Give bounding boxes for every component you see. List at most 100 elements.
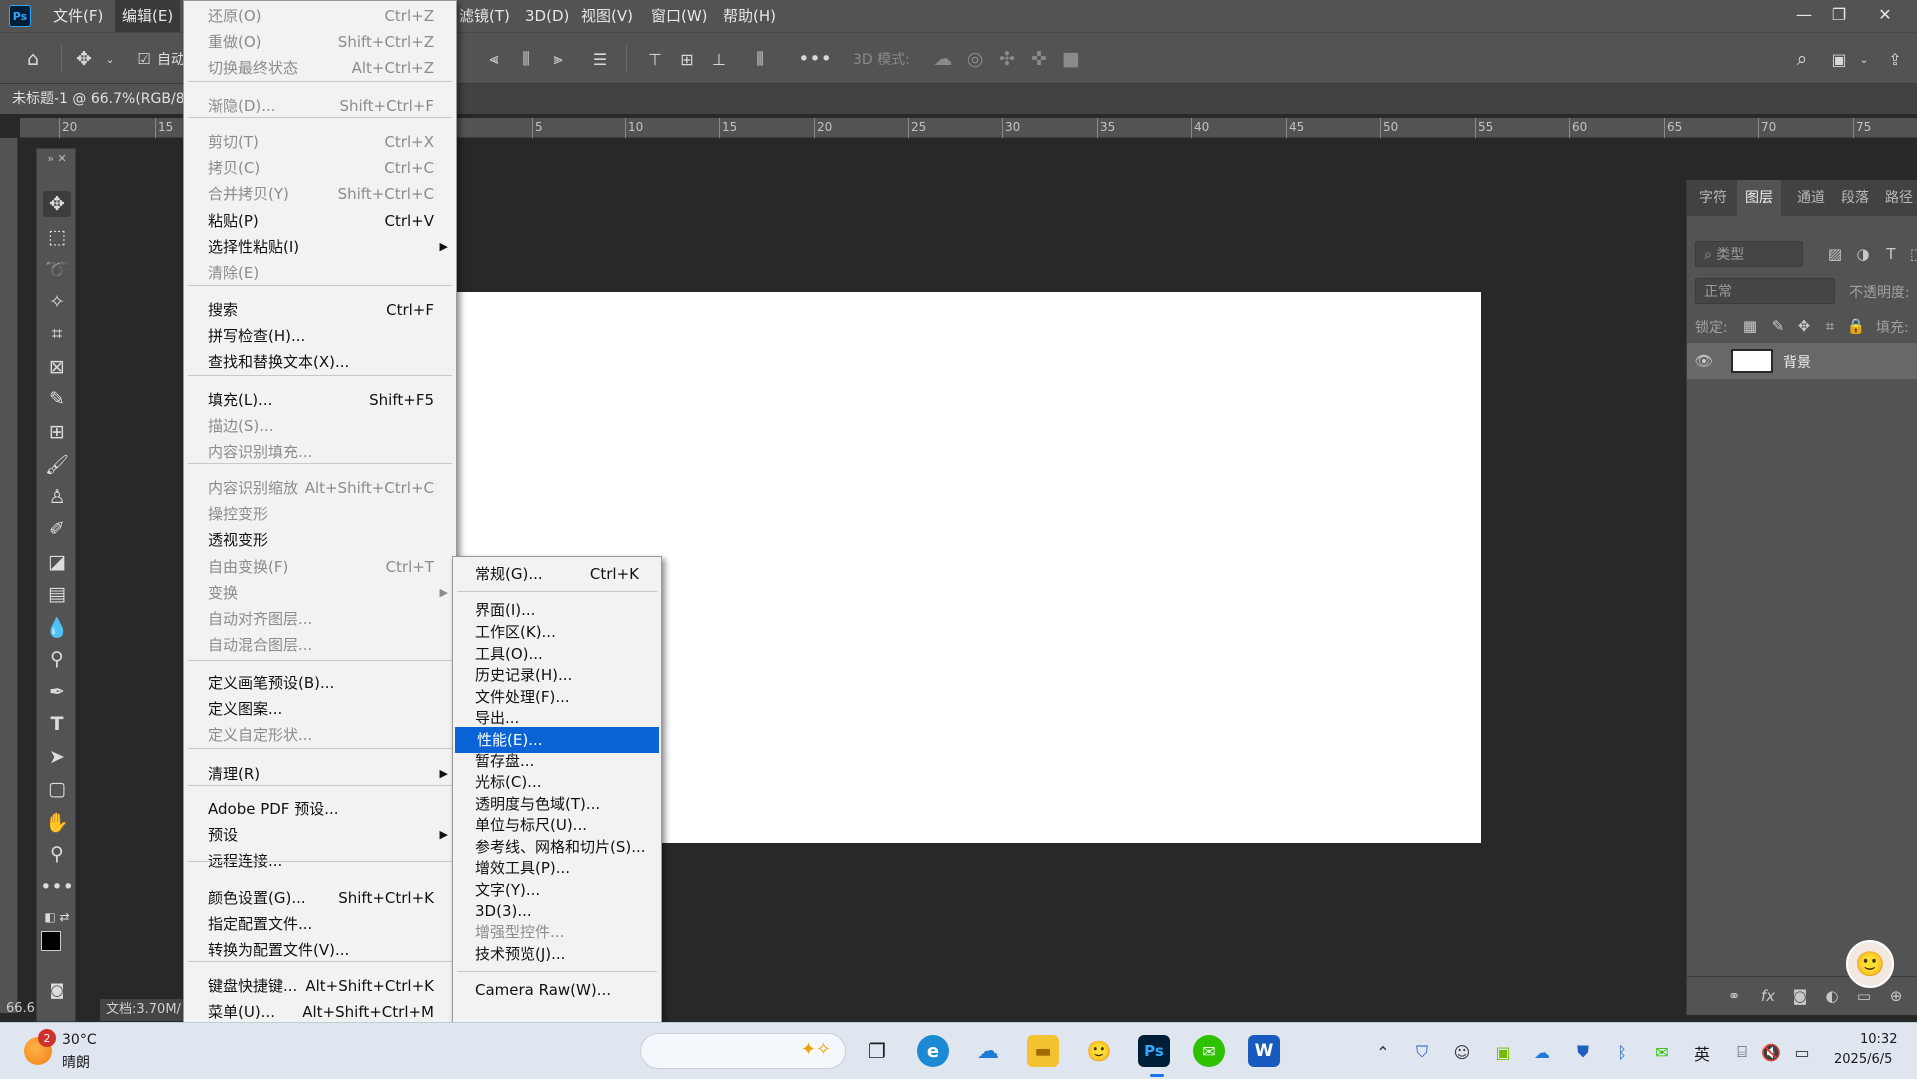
menu-item[interactable]: 自动混合图层...: [184, 632, 456, 658]
submenu-item[interactable]: 常规(G)... Ctrl+K: [453, 561, 661, 587]
menu-help[interactable]: 帮助(H): [716, 0, 783, 32]
healing-brush-tool-icon[interactable]: ⊞: [43, 419, 71, 445]
layer-filter-select[interactable]: ⌕ 类型: [1695, 241, 1803, 267]
lock-image-icon[interactable]: ✎: [1767, 315, 1789, 337]
menu-item[interactable]: Adobe PDF 预设...: [184, 796, 456, 822]
tray-chevron-up-icon[interactable]: ⌃: [1372, 1041, 1394, 1063]
menu-item[interactable]: 定义自定形状...: [184, 722, 456, 748]
type-filter-icon[interactable]: T: [1880, 243, 1902, 265]
lock-transparent-icon[interactable]: ▦: [1739, 315, 1761, 337]
move-tool-icon[interactable]: ✥: [43, 191, 71, 217]
lock-position-icon[interactable]: ✥: [1793, 315, 1815, 337]
menu-item[interactable]: 选择性粘贴(I) ▶: [184, 234, 456, 260]
new-group-icon[interactable]: ▭: [1853, 985, 1875, 1007]
submenu-item[interactable]: 技术预览(J)...: [453, 941, 661, 967]
menu-item[interactable]: 定义画笔预设(B)...: [184, 670, 456, 696]
menu-item[interactable]: 自由变换(F) Ctrl+T: [184, 554, 456, 580]
menu-item[interactable]: 粘贴(P) Ctrl+V: [184, 208, 456, 234]
3d-scale-icon[interactable]: ■: [1059, 47, 1083, 71]
menu-item[interactable]: 剪切(T) Ctrl+X: [184, 129, 456, 155]
menu-item[interactable]: 拼写检查(H)...: [184, 323, 456, 349]
tray-wechat-icon[interactable]: ✉: [1651, 1041, 1673, 1063]
move-tool-icon[interactable]: ✥: [72, 47, 96, 71]
menu-item[interactable]: 清除(E): [184, 260, 456, 286]
search-icon[interactable]: ⌕: [1790, 47, 1814, 71]
wechat-icon[interactable]: ✉: [1193, 1035, 1225, 1067]
link-layers-icon[interactable]: ⚭: [1723, 985, 1745, 1007]
lasso-tool-icon[interactable]: ➰: [43, 256, 71, 282]
marquee-tool-icon[interactable]: ⬚: [43, 224, 71, 250]
menu-item[interactable]: 指定配置文件...: [184, 911, 456, 937]
path-selection-tool-icon[interactable]: ➤: [43, 744, 71, 770]
security-shield-icon[interactable]: ⛉: [1411, 1041, 1433, 1063]
distribute-vertical-icon[interactable]: ⫼: [748, 47, 772, 71]
chevron-down-icon[interactable]: ⌄: [1852, 47, 1876, 71]
minimize-button[interactable]: —: [1785, 0, 1823, 28]
adjustment-filter-icon[interactable]: ◑: [1852, 243, 1874, 265]
submenu-item[interactable]: Camera Raw(W)...: [453, 977, 661, 1003]
chat-app-icon[interactable]: ☁: [972, 1035, 1004, 1067]
pixel-filter-icon[interactable]: ▨: [1824, 243, 1846, 265]
ime-indicator[interactable]: 英: [1694, 1041, 1710, 1065]
eraser-tool-icon[interactable]: ◪: [43, 549, 71, 575]
3d-pan-icon[interactable]: ✣: [995, 47, 1019, 71]
new-layer-icon[interactable]: ⊕: [1885, 985, 1907, 1007]
quick-mask-icon[interactable]: ◙: [43, 977, 71, 1003]
volume-muted-icon[interactable]: 🔇: [1760, 1041, 1782, 1063]
home-icon[interactable]: ⌂: [21, 47, 45, 71]
blend-mode-select[interactable]: 正常: [1695, 278, 1835, 304]
menu-item[interactable]: 搜索 Ctrl+F: [184, 297, 456, 323]
menu-view[interactable]: 视图(V): [574, 0, 640, 32]
tray-chat-icon[interactable]: ☁: [1531, 1041, 1553, 1063]
battery-icon[interactable]: ▭: [1791, 1041, 1813, 1063]
layer-name[interactable]: 背景: [1783, 352, 1811, 372]
menu-window[interactable]: 窗口(W): [644, 0, 715, 32]
tab-character[interactable]: 字符: [1691, 180, 1735, 216]
weather-temp[interactable]: 30°C: [62, 1032, 97, 1048]
align-middle-icon[interactable]: ⊞: [675, 47, 699, 71]
share-icon[interactable]: ⇪: [1883, 47, 1907, 71]
menu-item[interactable]: 查找和替换文本(X)...: [184, 349, 456, 375]
menu-filter[interactable]: 滤镜(T): [452, 0, 517, 32]
distribute-icon[interactable]: ☰: [588, 47, 612, 71]
menu-item[interactable]: 转换为配置文件(V)...: [184, 937, 456, 963]
add-mask-icon[interactable]: ◙: [1789, 985, 1811, 1007]
restore-button[interactable]: ❐: [1820, 0, 1858, 28]
auto-select-checkbox[interactable]: ☑: [132, 47, 156, 71]
tab-paragraph[interactable]: 段落: [1833, 180, 1877, 216]
menu-item[interactable]: 内容识别填充...: [184, 439, 456, 465]
taskbar-search[interactable]: ✦✧: [640, 1033, 846, 1069]
chevron-down-icon[interactable]: ⌄: [98, 47, 122, 71]
layer-row[interactable]: 👁 背景: [1687, 343, 1917, 379]
edge-icon[interactable]: e: [917, 1035, 949, 1067]
menu-item[interactable]: 定义图案...: [184, 696, 456, 722]
close-button[interactable]: ✕: [1866, 0, 1904, 28]
tab-paths[interactable]: 路径: [1877, 180, 1917, 216]
crop-tool-icon[interactable]: ⌗: [43, 321, 71, 347]
3d-roll-icon[interactable]: ◎: [963, 47, 987, 71]
menu-item[interactable]: 键盘快捷键... Alt+Shift+Ctrl+K: [184, 973, 456, 999]
menu-item[interactable]: 拷贝(C) Ctrl+C: [184, 155, 456, 181]
nvidia-icon[interactable]: ▣: [1492, 1041, 1514, 1063]
align-bottom-icon[interactable]: ⊥: [707, 47, 731, 71]
clock-time[interactable]: 10:32: [1860, 1032, 1897, 1047]
bluetooth-icon[interactable]: ᛒ: [1611, 1041, 1633, 1063]
lock-all-icon[interactable]: 🔒: [1845, 315, 1867, 337]
foreground-color-swatch[interactable]: [41, 931, 61, 951]
type-tool-icon[interactable]: T: [43, 711, 71, 737]
avatar-app-icon[interactable]: 🙂: [1083, 1035, 1115, 1067]
tab-layers[interactable]: 图层: [1737, 180, 1781, 216]
menu-item[interactable]: 描边(S)...: [184, 413, 456, 439]
history-brush-tool-icon[interactable]: ✐: [43, 516, 71, 542]
align-right-icon[interactable]: ⫸: [546, 47, 570, 71]
workspace-icon[interactable]: ▣: [1827, 47, 1851, 71]
more-tools-icon[interactable]: •••: [40, 874, 74, 900]
clock-date[interactable]: 2025/6/5: [1834, 1052, 1892, 1067]
more-options-icon[interactable]: •••: [798, 47, 832, 71]
adjustment-layer-icon[interactable]: ◐: [1821, 985, 1843, 1007]
menu-file[interactable]: 文件(F): [46, 0, 110, 32]
pen-tool-icon[interactable]: ✒: [43, 679, 71, 705]
file-explorer-icon[interactable]: ▬: [1027, 1035, 1059, 1067]
word-icon[interactable]: W: [1248, 1035, 1280, 1067]
dodge-tool-icon[interactable]: ⚲: [43, 646, 71, 672]
